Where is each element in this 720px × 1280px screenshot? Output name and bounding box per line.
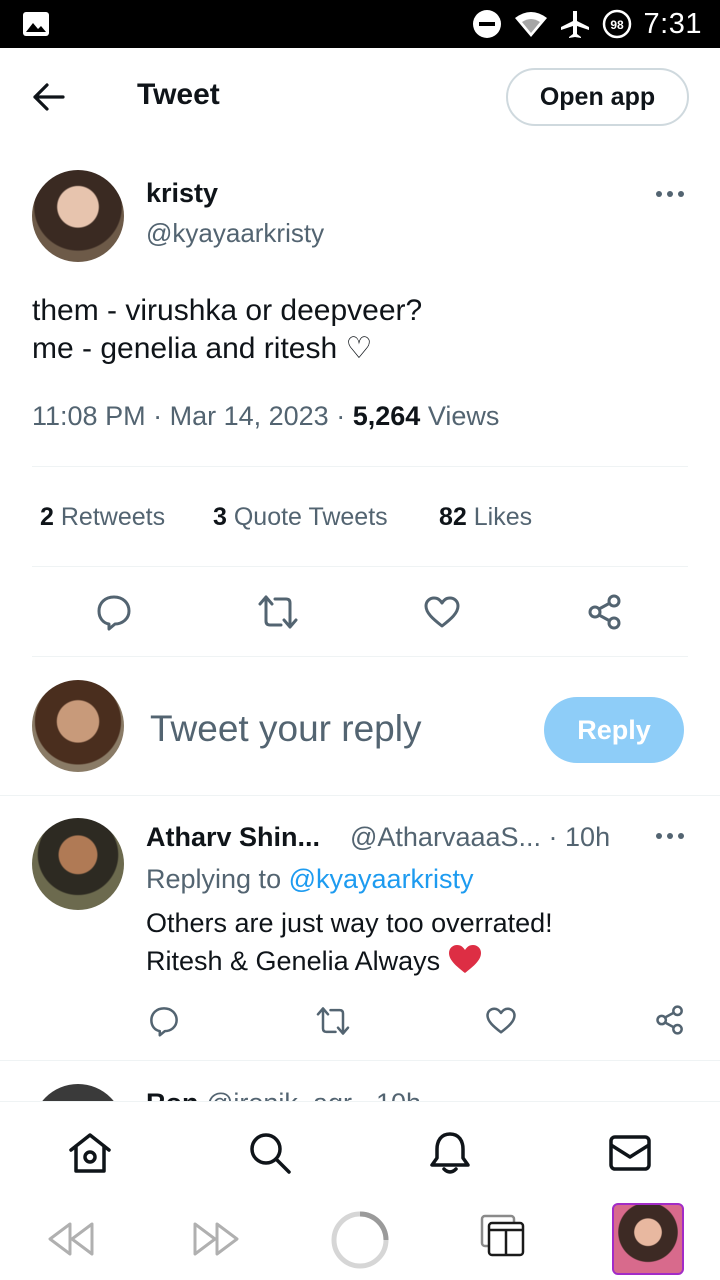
retweet-icon[interactable] (315, 1006, 351, 1036)
reply-text-line: Ritesh & Genelia Always (146, 946, 441, 976)
top-header: Tweet Open app (0, 48, 720, 148)
reply-text: Others are just way too overrated! Rites… (146, 904, 553, 980)
author-handle[interactable]: @kyayaarkristy (146, 218, 324, 249)
retweet-icon[interactable] (257, 594, 299, 630)
retweets-count: 2 (40, 503, 54, 531)
tweet-timestamp: 11:08 PM · Mar 14, 2023 · 5,264 Views (32, 401, 500, 431)
share-icon[interactable] (587, 593, 623, 631)
author-name[interactable]: kristy (146, 178, 218, 209)
next-reply-handle: @ironik_agr (206, 1088, 352, 1102)
reply-icon[interactable] (148, 1005, 180, 1037)
replying-to-handle[interactable]: @kyayaarkristy (289, 864, 474, 894)
divider (32, 566, 688, 567)
next-reply-time: 10h (376, 1088, 421, 1102)
do-not-disturb-icon (472, 10, 501, 38)
my-avatar (32, 680, 124, 772)
retweets-label: Retweets (60, 503, 166, 531)
views-label: Views (427, 401, 500, 431)
divider (32, 466, 688, 467)
tweet-text: them - virushka or deepveer? me - geneli… (32, 292, 422, 368)
search-icon[interactable] (247, 1130, 293, 1176)
loading-spinner-icon[interactable] (330, 1210, 390, 1270)
reply-author-avatar[interactable] (32, 818, 124, 910)
divider (0, 795, 720, 796)
battery-level: 98 (610, 18, 624, 32)
tweet-date[interactable]: Mar 14, 2023 (170, 401, 329, 431)
tweet-text-line: them - virushka or deepveer? (32, 294, 423, 327)
profile-thumbnail[interactable] (612, 1203, 684, 1275)
author-avatar[interactable] (32, 170, 124, 262)
messages-mail-icon[interactable] (607, 1130, 653, 1176)
status-bar: 98 7:31 (0, 0, 720, 48)
next-reply-name: Ron (146, 1088, 198, 1102)
likes-label: Likes (473, 503, 533, 531)
reply-input[interactable]: Tweet your reply (150, 708, 421, 750)
bottom-tab-bar (0, 1101, 720, 1199)
tweet-text-line: me - genelia and ritesh ♡ (32, 332, 373, 365)
reply-author-handle: @AtharvaaaS... · 10h (350, 822, 611, 852)
airplane-icon (560, 11, 589, 38)
like-icon[interactable] (485, 1006, 517, 1035)
page-title: Tweet (137, 78, 220, 111)
divider (0, 1060, 720, 1061)
likes-count: 82 (439, 503, 467, 531)
reply-header: Atharv Shin... @AtharvaaaS... · 10h (146, 822, 610, 853)
fast-forward-icon[interactable] (191, 1220, 241, 1258)
quotes-label: Quote Tweets (233, 503, 388, 531)
like-icon[interactable] (423, 595, 461, 629)
reply-text-line: Others are just way too overrated! (146, 908, 553, 938)
home-icon[interactable] (67, 1130, 113, 1176)
quote-tweets-stat[interactable]: 3 Quote Tweets (213, 503, 388, 532)
red-heart-emoji-icon (448, 945, 481, 973)
reply-button[interactable]: Reply (544, 697, 684, 763)
next-reply-avatar (32, 1084, 124, 1102)
retweets-stat[interactable]: 2 Retweets (40, 503, 165, 532)
rewind-back-icon[interactable] (46, 1220, 96, 1258)
likes-stat[interactable]: 82 Likes (439, 503, 532, 532)
reply-text-line-2: Ritesh & Genelia Always (146, 942, 553, 980)
quotes-count: 3 (213, 503, 227, 531)
more-options-icon[interactable] (655, 189, 685, 199)
tabs-switcher-icon[interactable] (480, 1214, 526, 1258)
clock: 7:31 (643, 7, 702, 40)
tweet-time[interactable]: 11:08 PM (32, 401, 146, 431)
reply-icon[interactable] (95, 593, 133, 631)
notifications-bell-icon[interactable] (427, 1130, 473, 1176)
share-icon[interactable] (655, 1004, 685, 1036)
divider (32, 656, 688, 657)
reply-handle-text[interactable]: @AtharvaaaS... (350, 822, 541, 852)
open-app-button[interactable]: Open app (506, 68, 689, 126)
replying-to-label: Replying to (146, 864, 282, 894)
wifi-icon (514, 12, 547, 37)
browser-nav-bar (0, 1200, 720, 1280)
back-arrow-icon[interactable] (32, 82, 66, 112)
next-reply-header: Ron @ironik_agr · 10h (146, 1088, 421, 1102)
next-reply-peek[interactable]: Ron @ironik_agr · 10h (0, 1062, 720, 1102)
battery-icon: 98 (602, 9, 631, 39)
reply-author-name[interactable]: Atharv Shin... (146, 822, 320, 852)
gallery-icon (23, 12, 49, 36)
replying-to: Replying to @kyayaarkristy (146, 864, 474, 895)
views-count: 5,264 (352, 401, 421, 431)
reply-more-options-icon[interactable] (655, 831, 685, 841)
reply-time[interactable]: 10h (565, 822, 610, 852)
